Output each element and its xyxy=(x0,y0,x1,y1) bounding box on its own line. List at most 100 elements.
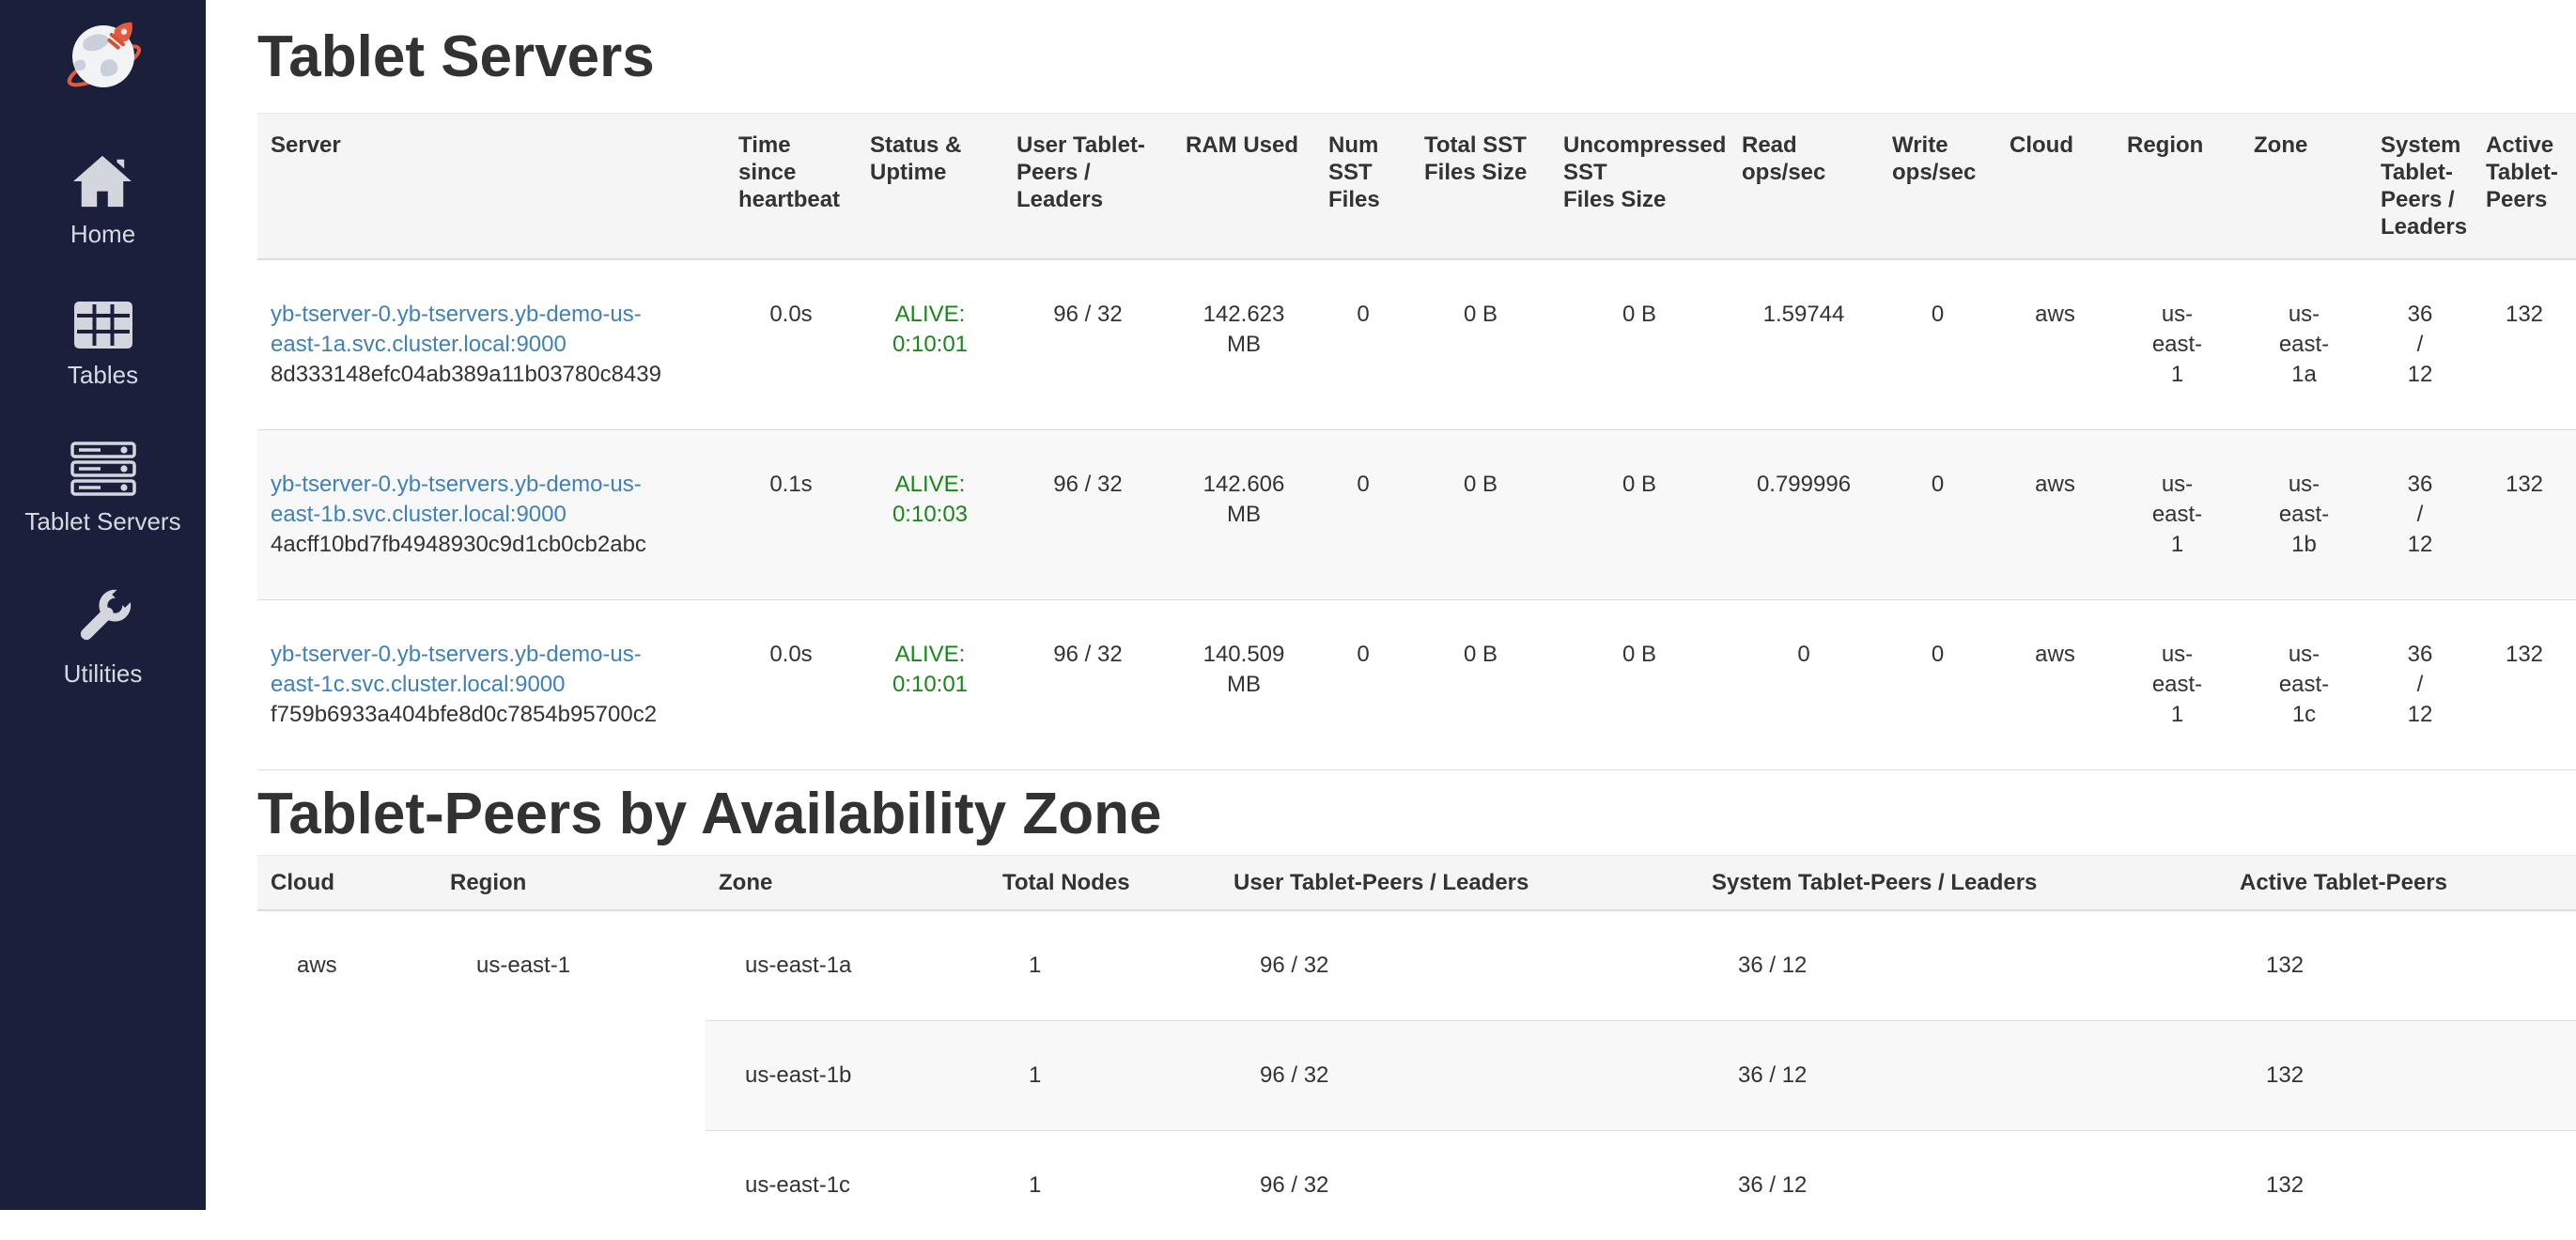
az-section-title: Tablet-Peers by Availability Zone xyxy=(257,785,2576,844)
server-uuid: 8d333148efc04ab389a11b03780c8439 xyxy=(271,360,712,390)
col-header-cloud: Cloud xyxy=(1996,114,2114,260)
ram-cell: 140.509 MB xyxy=(1172,600,1315,770)
num-sst-cell: 0 xyxy=(1315,600,1411,770)
col-header-num-sst: Num SST Files xyxy=(1315,114,1411,260)
heartbeat-cell: 0.0s xyxy=(725,600,857,770)
col-header-server: Server xyxy=(257,114,725,260)
col-header-zone: Zone xyxy=(2241,114,2367,260)
page-title: Tablet Servers xyxy=(257,28,2576,86)
home-icon xyxy=(71,154,133,209)
col-header-uncompressed-sst: Uncompressed SST Files Size xyxy=(1550,114,1729,260)
status-cell: ALIVE: 0:10:01 xyxy=(857,259,1003,430)
main-content: Tablet Servers Server Time since heartbe… xyxy=(206,0,2576,1210)
yugabytedb-logo[interactable] xyxy=(64,17,143,96)
zone-cell: us-east-1a xyxy=(706,910,989,1021)
col-header-region: Region xyxy=(437,856,706,911)
sidebar-item-home[interactable]: Home xyxy=(70,154,135,248)
col-header-total-nodes: Total Nodes xyxy=(989,856,1220,911)
server-link[interactable]: yb-tserver-0.yb-tservers.yb-demo-us- eas… xyxy=(271,302,642,357)
col-header-read-ops: Read ops/sec xyxy=(1729,114,1879,260)
az-header-row: Cloud Region Zone Total Nodes User Table… xyxy=(257,856,2576,911)
server-cell: yb-tserver-0.yb-tservers.yb-demo-us- eas… xyxy=(257,259,725,430)
col-header-user-peers: User Tablet- Peers / Leaders xyxy=(1003,114,1172,260)
col-header-status: Status & Uptime xyxy=(857,114,1003,260)
zone-cell: us- east- 1b xyxy=(2241,430,2367,600)
status-badge: ALIVE: 0:10:03 xyxy=(892,472,968,527)
col-header-zone: Zone xyxy=(706,856,989,911)
system-peers-cell: 36 / 12 xyxy=(1699,910,2227,1021)
sidebar-item-label: Utilities xyxy=(64,659,143,688)
user-peers-cell: 96 / 32 xyxy=(1220,1021,1699,1131)
az-tablet-peers-table: Cloud Region Zone Total Nodes User Table… xyxy=(257,855,2576,1240)
total-nodes-cell: 1 xyxy=(989,910,1220,1021)
write-ops-cell: 0 xyxy=(1879,259,1996,430)
uncompressed-sst-cell: 0 B xyxy=(1550,259,1729,430)
sidebar-item-utilities[interactable]: Utilities xyxy=(64,588,143,688)
tservers-header-row: Server Time since heartbeat Status & Upt… xyxy=(257,114,2576,260)
sidebar-item-tables[interactable]: Tables xyxy=(68,301,138,389)
tables-icon xyxy=(73,301,133,349)
sidebar-item-label: Tablet Servers xyxy=(24,507,180,535)
col-header-system-peers: System Tablet- Peers / Leaders xyxy=(2367,114,2473,260)
az-row: aws us-east-1 us-east-1a 1 96 / 32 36 / … xyxy=(257,910,2576,1021)
col-header-total-sst: Total SST Files Size xyxy=(1411,114,1550,260)
total-sst-cell: 0 B xyxy=(1411,600,1550,770)
uncompressed-sst-cell: 0 B xyxy=(1550,600,1729,770)
globe-rocket-logo-icon xyxy=(64,17,143,96)
active-peers-cell: 132 xyxy=(2227,1021,2576,1131)
num-sst-cell: 0 xyxy=(1315,430,1411,600)
sidebar-item-tablet-servers[interactable]: Tablet Servers xyxy=(24,442,180,535)
active-peers-cell: 132 xyxy=(2473,430,2576,600)
server-link[interactable]: yb-tserver-0.yb-tservers.yb-demo-us- eas… xyxy=(271,472,642,527)
total-sst-cell: 0 B xyxy=(1411,430,1550,600)
total-nodes-cell: 1 xyxy=(989,1021,1220,1131)
read-ops-cell: 0.799996 xyxy=(1729,430,1879,600)
heartbeat-cell: 0.1s xyxy=(725,430,857,600)
zone-cell: us-east-1b xyxy=(706,1021,989,1131)
wrench-icon xyxy=(72,588,132,648)
active-peers-cell: 132 xyxy=(2227,1131,2576,1240)
region-cell: us- east- 1 xyxy=(2114,600,2241,770)
server-uuid: 4acff10bd7fb4948930c9d1cb0cb2abc xyxy=(271,530,712,560)
user-peers-cell: 96 / 32 xyxy=(1003,430,1172,600)
zone-cell: us- east- 1a xyxy=(2241,259,2367,430)
col-header-active-peers: Active Tablet-Peers xyxy=(2227,856,2576,911)
col-header-user-peers: User Tablet-Peers / Leaders xyxy=(1220,856,1699,911)
col-header-write-ops: Write ops/sec xyxy=(1879,114,1996,260)
active-peers-cell: 132 xyxy=(2227,910,2576,1021)
sidebar: Home Tables xyxy=(0,0,206,1210)
total-nodes-cell: 1 xyxy=(989,1131,1220,1240)
server-uuid: f759b6933a404bfe8d0c7854b95700c2 xyxy=(271,700,712,730)
user-peers-cell: 96 / 32 xyxy=(1003,259,1172,430)
system-peers-cell: 36 / 12 xyxy=(2367,430,2473,600)
user-peers-cell: 96 / 32 xyxy=(1220,910,1699,1021)
server-link[interactable]: yb-tserver-0.yb-tservers.yb-demo-us- eas… xyxy=(271,642,642,697)
system-peers-cell: 36 / 12 xyxy=(2367,259,2473,430)
active-peers-cell: 132 xyxy=(2473,600,2576,770)
sidebar-item-label: Tables xyxy=(68,361,138,389)
cloud-cell: aws xyxy=(1996,430,2114,600)
system-peers-cell: 36 / 12 xyxy=(1699,1131,2227,1240)
read-ops-cell: 0 xyxy=(1729,600,1879,770)
col-header-cloud: Cloud xyxy=(257,856,437,911)
col-header-active-peers: Active Tablet- Peers xyxy=(2473,114,2576,260)
table-row: yb-tserver-0.yb-tservers.yb-demo-us- eas… xyxy=(257,600,2576,770)
col-header-heartbeat: Time since heartbeat xyxy=(725,114,857,260)
region-cell: us- east- 1 xyxy=(2114,430,2241,600)
total-sst-cell: 0 B xyxy=(1411,259,1550,430)
zone-cell: us-east-1c xyxy=(706,1131,989,1240)
col-header-system-peers: System Tablet-Peers / Leaders xyxy=(1699,856,2227,911)
tablet-servers-table: Server Time since heartbeat Status & Upt… xyxy=(257,113,2576,770)
user-peers-cell: 96 / 32 xyxy=(1220,1131,1699,1240)
sidebar-item-label: Home xyxy=(70,220,135,248)
uncompressed-sst-cell: 0 B xyxy=(1550,430,1729,600)
active-peers-cell: 132 xyxy=(2473,259,2576,430)
app-window: Home Tables xyxy=(0,0,2576,1210)
zone-cell: us- east- 1c xyxy=(2241,600,2367,770)
cloud-cell: aws xyxy=(1996,600,2114,770)
cloud-cell: aws xyxy=(1996,259,2114,430)
tablet-servers-icon xyxy=(70,442,136,496)
system-peers-cell: 36 / 12 xyxy=(1699,1021,2227,1131)
status-badge: ALIVE: 0:10:01 xyxy=(892,642,968,697)
heartbeat-cell: 0.0s xyxy=(725,259,857,430)
